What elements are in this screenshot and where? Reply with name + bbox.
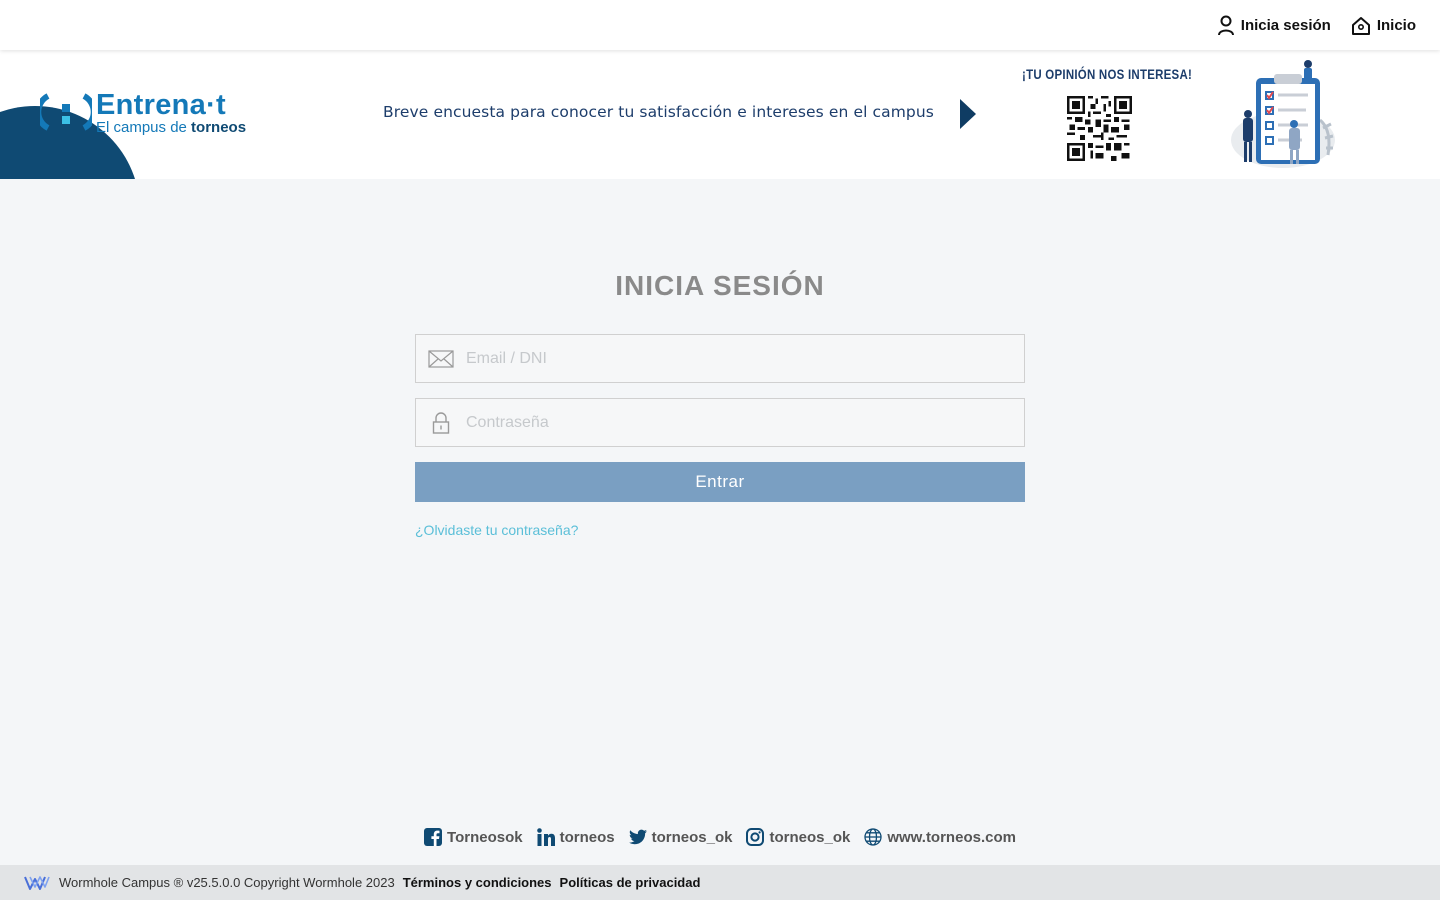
password-field[interactable] bbox=[415, 398, 1025, 447]
footer-copyright: Wormhole Campus ® v25.5.0.0 Copyright Wo… bbox=[59, 875, 395, 890]
home-nav-link[interactable]: Inicio bbox=[1351, 16, 1416, 35]
social-link-website[interactable]: www.torneos.com bbox=[864, 828, 1016, 846]
social-label-twitter: torneos_ok bbox=[651, 828, 733, 846]
password-input[interactable] bbox=[466, 399, 1024, 446]
social-link-instagram[interactable]: torneos_ok bbox=[746, 828, 850, 846]
social-label-website: www.torneos.com bbox=[887, 828, 1016, 846]
entrenat-logo-mark-icon bbox=[40, 93, 92, 131]
play-arrow-icon bbox=[960, 99, 976, 129]
facebook-icon bbox=[424, 828, 443, 846]
entrenat-logo: Entrena·t El campus de torneos bbox=[40, 90, 246, 136]
wormhole-logo-icon bbox=[24, 875, 50, 890]
qr-code-icon bbox=[1067, 96, 1132, 161]
linkedin-icon bbox=[536, 828, 555, 846]
social-label-instagram: torneos_ok bbox=[769, 828, 851, 846]
email-input[interactable] bbox=[466, 335, 1024, 382]
email-field[interactable] bbox=[415, 334, 1025, 383]
home-nav-label: Inicio bbox=[1376, 16, 1416, 34]
opinion-heading: ¡TU OPINIÓN NOS INTERESA! bbox=[1022, 66, 1193, 82]
terms-link[interactable]: Términos y condiciones bbox=[403, 875, 552, 890]
envelope-icon bbox=[416, 335, 466, 382]
login-nav-link[interactable]: Inicia sesión bbox=[1217, 15, 1331, 36]
forgot-password-link[interactable]: ¿Olvidaste tu contraseña? bbox=[415, 522, 578, 538]
social-label-linkedin: torneos bbox=[559, 828, 615, 846]
survey-text: Breve encuesta para conocer tu satisfacc… bbox=[383, 103, 934, 121]
logo-subtitle: El campus de torneos bbox=[96, 119, 247, 136]
login-title: INICIA SESIÓN bbox=[615, 270, 825, 301]
survey-banner[interactable]: Entrena·t El campus de torneos Breve enc… bbox=[0, 50, 1440, 179]
social-link-linkedin[interactable]: torneos bbox=[536, 828, 615, 846]
social-links: Torneosok torneos torneos_ok torneos_ok … bbox=[0, 828, 1440, 846]
footer: Wormhole Campus ® v25.5.0.0 Copyright Wo… bbox=[0, 865, 1440, 900]
social-label-facebook: Torneosok bbox=[447, 828, 523, 846]
globe-icon bbox=[864, 828, 882, 846]
login-nav-label: Inicia sesión bbox=[1240, 16, 1331, 34]
user-icon bbox=[1217, 15, 1234, 35]
home-icon bbox=[1351, 16, 1370, 35]
top-bar: Inicia sesión Inicio bbox=[0, 0, 1440, 50]
lock-icon bbox=[416, 399, 466, 446]
login-submit-button[interactable]: Entrar bbox=[415, 462, 1025, 502]
privacy-link[interactable]: Políticas de privacidad bbox=[560, 875, 701, 890]
survey-clipboard-illustration bbox=[1231, 60, 1335, 168]
twitter-icon bbox=[628, 829, 647, 845]
social-link-twitter[interactable]: torneos_ok bbox=[628, 828, 733, 846]
top-nav: Inicia sesión Inicio bbox=[1217, 0, 1416, 50]
instagram-icon bbox=[746, 828, 765, 846]
social-link-facebook[interactable]: Torneosok bbox=[424, 828, 523, 846]
logo-title: Entrena·t bbox=[96, 89, 226, 121]
